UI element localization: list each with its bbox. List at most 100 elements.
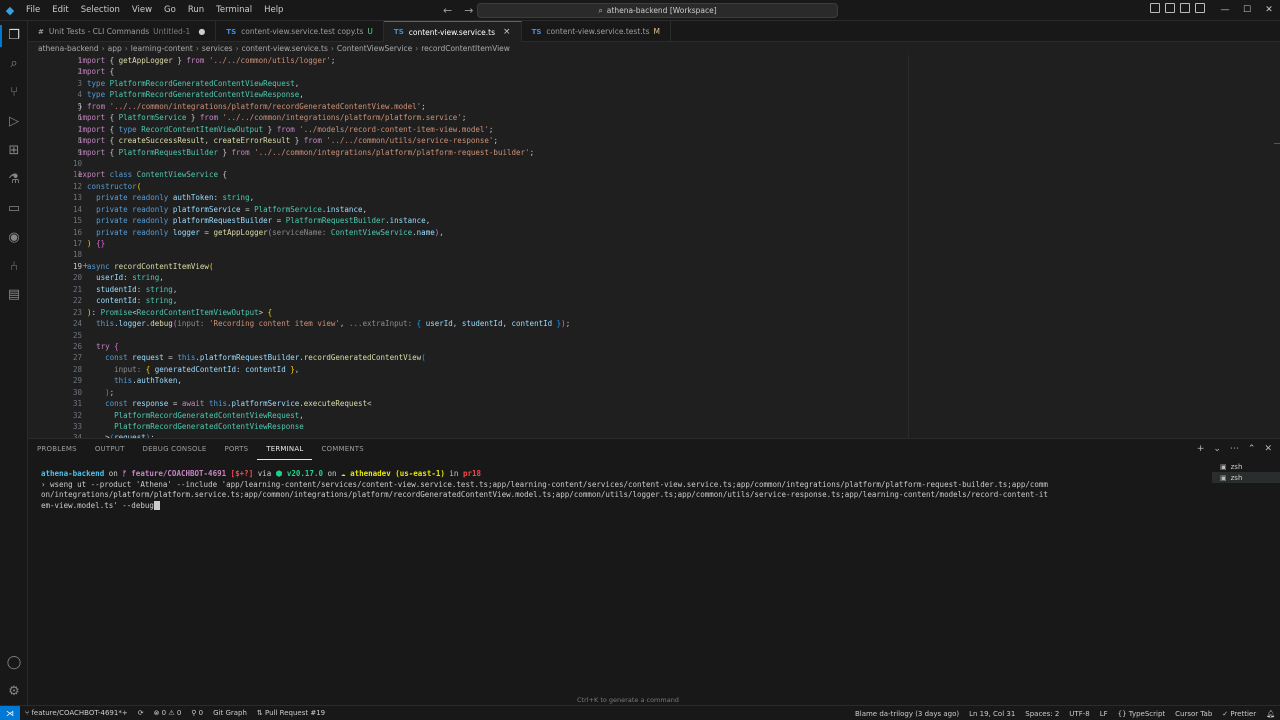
menu-item-selection[interactable]: Selection [75,0,126,20]
cursor-tab-status[interactable]: Cursor Tab [1170,710,1217,718]
prettier-status[interactable]: ✓ Prettier [1217,710,1261,718]
breadcrumb-item[interactable]: athena-backend [38,44,99,53]
testing-icon[interactable]: ⚗ [5,170,23,188]
line-number: 30 [72,387,82,397]
remote-indicator-icon[interactable]: ⋊ [0,705,20,720]
notifications-bell-icon[interactable]: 🔔︎ [1261,710,1280,718]
git-graph-icon[interactable]: ⑃ [5,257,23,275]
code-token: } [290,136,304,146]
forward-arrow-icon[interactable]: → [464,4,473,17]
customize-layout-icon[interactable] [1195,3,1205,13]
code-token: { [105,136,119,146]
breadcrumb-item[interactable]: app [108,44,122,53]
minimize-icon[interactable]: — [1214,5,1236,15]
breadcrumb-item[interactable]: learning-content [131,44,193,53]
command-center-search[interactable]: ⌕ athena-backend [Workspace] [477,3,838,18]
github-icon[interactable]: ◉ [5,228,23,246]
editor-scrollbar[interactable] [1272,55,1280,438]
terminal-icon: ▣ [1220,473,1227,482]
code-token: } [285,364,295,374]
source-control-icon[interactable]: ⑂ [5,83,23,101]
menu-item-view[interactable]: View [126,0,158,20]
maximize-icon[interactable]: ☐ [1236,5,1258,15]
indentation[interactable]: Spaces: 2 [1020,710,1064,718]
run-debug-icon[interactable]: ▷ [5,112,23,130]
account-icon[interactable]: ◯ [5,653,23,671]
unsaved-dot-icon[interactable]: ● [198,27,205,36]
new-terminal-icon[interactable]: + [1197,444,1205,454]
code-token: class [105,170,133,180]
language-mode[interactable]: {} TypeScript [1113,710,1171,718]
search-view-icon[interactable]: ⌕ [5,54,23,72]
menu-item-help[interactable]: Help [258,0,289,20]
terminal-output[interactable]: athena-backend on ᚠ feature/COACHBOT-469… [41,469,1196,511]
maximize-panel-icon[interactable]: ⌃ [1248,444,1256,454]
code-token: ( [421,353,426,363]
code-area[interactable]: import { getAppLogger } from '../../comm… [78,55,928,438]
menu-item-run[interactable]: Run [182,0,210,20]
panel-tab-output[interactable]: OUTPUT [86,439,134,460]
menu-item-file[interactable]: File [20,0,46,20]
code-token: { [105,56,119,65]
back-arrow-icon[interactable]: ← [443,4,452,17]
extensions-icon[interactable]: ⊞ [5,141,23,159]
code-token: authToken [168,193,214,203]
close-panel-icon[interactable]: ✕ [1264,444,1272,454]
toggle-panel-icon[interactable] [1165,3,1175,13]
code-token: platformRequestBuilder [168,216,273,226]
code-token: string [145,284,173,294]
window-controls: — ☐ ✕ [1214,0,1280,20]
code-line: async recordContentItemView( [78,261,928,272]
comments-icon[interactable]: ▤ [5,285,23,303]
menu-item-edit[interactable]: Edit [46,0,74,20]
code-line: this.logger.debug(input: 'Recording cont… [78,318,928,329]
code-token: , [177,376,182,386]
chevron-right-icon: › [330,44,334,53]
menu-item-terminal[interactable]: Terminal [210,0,258,20]
blame-status[interactable]: Blame da-trilogy (3 days ago) [850,710,964,718]
breadcrumb-item[interactable]: services [202,44,233,53]
terminal-cursor [153,501,160,510]
end-of-line[interactable]: LF [1095,710,1113,718]
editor-tab[interactable]: TS content-view.service.test.ts M [522,21,671,42]
more-actions-icon[interactable]: ⋯ [1230,444,1239,454]
breadcrumb-item[interactable]: ContentViewService [337,44,412,53]
panel-tab-comments[interactable]: COMMENTS [312,439,372,460]
activity-bar: ❐ ⌕ ⑂ ▷ ⊞ ⚗ ▭ ◉ ⑃ ▤ ◯ ⚙ [0,21,28,705]
cursor-position[interactable]: Ln 19, Col 31 [964,710,1020,718]
panel-tab-ports[interactable]: PORTS [215,439,257,460]
toggle-secondary-sidebar-icon[interactable] [1180,3,1190,13]
ports-status[interactable]: ⚲ 0 [186,709,208,717]
problems-status[interactable]: ⊗ 0 ⚠ 0 [149,709,187,717]
pull-request-status[interactable]: ⇅ Pull Request #19 [252,709,330,717]
close-window-icon[interactable]: ✕ [1258,5,1280,15]
code-line: type PlatformRecordGeneratedContentViewR… [78,78,928,89]
panel-tab-terminal[interactable]: TERMINAL [257,439,313,460]
encoding[interactable]: UTF-8 [1064,710,1094,718]
sync-status[interactable]: ⟳ [133,709,149,717]
pull-request-label: Pull Request #19 [265,709,326,717]
breadcrumb-item[interactable]: recordContentItemView [421,44,510,53]
remote-explorer-icon[interactable]: ▭ [5,199,23,217]
code-editor[interactable]: 1 2 3 4 5 6 7 8 9 10 11 12 13 14 15 16 17 18 19 20 21 22 23 24 2… [28,55,1280,438]
editor-tab[interactable]: TS content-view.service.ts × [383,21,522,42]
branch-status[interactable]: ⑂ feature/COACHBOT-4691*+ [20,709,133,717]
explorer-icon[interactable]: ❐ [5,26,23,44]
close-tab-icon[interactable]: × [503,27,511,37]
code-token: platformService [231,399,300,409]
editor-tab[interactable]: # Unit Tests - CLI Commands Untitled-1 ● [28,21,217,42]
code-token: readonly [127,216,169,226]
git-graph-status[interactable]: Git Graph [208,709,252,717]
toggle-sidebar-icon[interactable] [1150,3,1160,13]
settings-gear-icon[interactable]: ⚙ [5,682,23,700]
terminal-instance[interactable]: ▣ zsh [1212,461,1280,472]
terminal-dropdown-icon[interactable]: ⌄ [1213,444,1221,454]
menu-item-go[interactable]: Go [158,0,182,20]
editor-tab[interactable]: TS content-view.service.test copy.ts U [216,21,384,42]
panel-tab-debug-console[interactable]: DEBUG CONSOLE [134,439,216,460]
terminal-instance[interactable]: ▣ zsh [1212,472,1280,483]
breadcrumb-item[interactable]: content-view.service.ts [242,44,328,53]
panel-tab-problems[interactable]: PROBLEMS [28,439,86,460]
